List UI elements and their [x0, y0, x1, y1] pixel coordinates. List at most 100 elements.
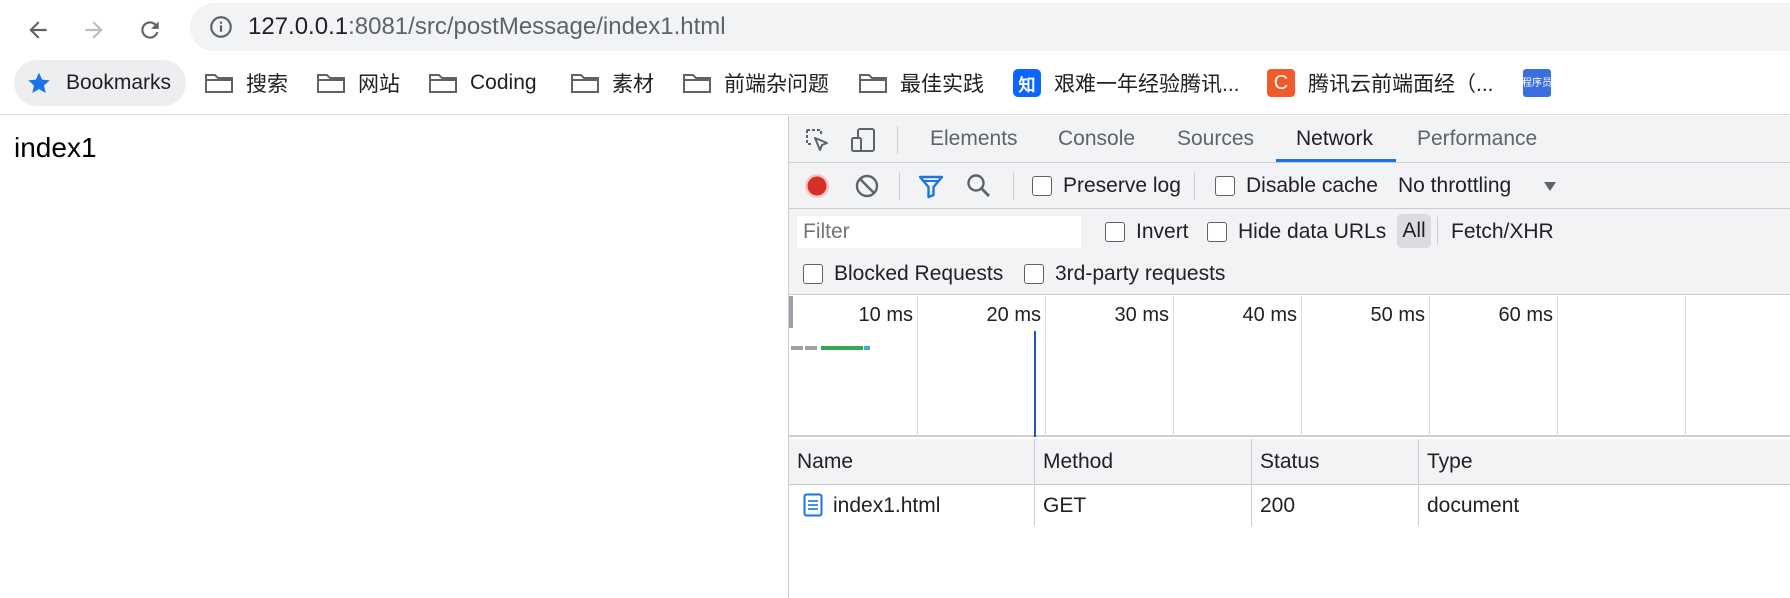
record-button[interactable] [801, 170, 833, 202]
gridline [1045, 296, 1046, 437]
bookmark-folder-frontend-issues[interactable]: 前端杂问题 [682, 60, 829, 106]
cell-name: index1.html [789, 486, 1035, 526]
inspect-cursor-icon [806, 129, 828, 151]
url-host: 127.0.0.1 [248, 13, 349, 40]
device-toggle-icon [851, 128, 875, 152]
active-tab-indicator [1276, 159, 1396, 162]
bookmark-label: 前端杂问题 [724, 73, 829, 96]
bookmarks-bar: Bookmarks 搜索 网站 Coding 素材 前端杂问题 最佳实践 知 艰… [0, 58, 1790, 115]
network-overview-timeline[interactable]: 10 ms 20 ms 30 ms 40 ms 50 ms 60 ms [789, 296, 1790, 437]
zhihu-favicon-icon: 知 [1012, 69, 1042, 97]
timeline-drag-handle[interactable] [789, 296, 793, 328]
forward-arrow-icon [85, 21, 103, 39]
divider [1437, 217, 1438, 245]
device-toolbar-button[interactable] [847, 124, 879, 156]
bookmark-label: Bookmarks [66, 71, 172, 94]
tab-network[interactable]: Network [1296, 116, 1373, 162]
devtools-panel: Elements Console Sources Network Perform… [788, 116, 1790, 598]
bookmark-label: 艰难一年经验腾讯... [1054, 73, 1240, 96]
third-party-requests-label: 3rd-party requests [1055, 262, 1226, 285]
column-header-status[interactable]: Status [1252, 439, 1419, 485]
folder-icon [570, 70, 600, 96]
star-icon [24, 70, 54, 96]
network-toolbar: Preserve log Disable cache No throttling [789, 163, 1790, 209]
bookmark-chengxuyuan[interactable]: 程序员 [1522, 60, 1564, 106]
tab-sources[interactable]: Sources [1177, 116, 1254, 162]
back-button[interactable] [18, 10, 58, 50]
preserve-log-checkbox[interactable] [1032, 176, 1052, 196]
tab-console[interactable]: Console [1058, 116, 1135, 162]
record-icon [805, 174, 829, 198]
bookmark-csdn[interactable]: C 腾讯云前端面经（... [1266, 60, 1494, 106]
gridline [1557, 296, 1558, 437]
csdn-favicon-icon: C [1266, 69, 1296, 97]
filter-bar: Invert Hide data URLs All Fetch/XHR Bloc… [789, 209, 1790, 295]
forward-button[interactable] [74, 10, 114, 50]
disable-cache-label: Disable cache [1246, 174, 1378, 197]
gridline [1429, 296, 1430, 437]
column-header-method[interactable]: Method [1035, 439, 1252, 485]
throttling-select[interactable]: No throttling [1398, 173, 1511, 199]
column-header-name[interactable]: Name [789, 439, 1035, 485]
timing-stalled-segment [791, 346, 803, 350]
folder-icon [428, 70, 458, 96]
column-header-type[interactable]: Type [1419, 439, 1790, 485]
folder-icon [682, 70, 712, 96]
clear-icon [855, 174, 879, 198]
table-row[interactable]: index1.html GET 200 document [789, 486, 1790, 526]
document-file-icon [803, 493, 823, 517]
devtools-tab-bar: Elements Console Sources Network Perform… [789, 116, 1790, 163]
bookmark-folder-search[interactable]: 搜索 [204, 60, 288, 106]
request-name: index1.html [833, 494, 941, 517]
chengxuyuan-favicon-icon: 程序员 [1522, 69, 1552, 97]
divider [1194, 172, 1195, 200]
bookmark-zhihu[interactable]: 知 艰难一年经验腾讯... [1012, 60, 1240, 106]
blocked-requests-label: Blocked Requests [834, 262, 1004, 285]
hide-data-urls-label: Hide data URLs [1238, 220, 1387, 243]
filter-toggle-button[interactable] [915, 170, 947, 202]
folder-icon [204, 70, 234, 96]
tab-performance[interactable]: Performance [1417, 116, 1537, 162]
filter-type-all[interactable]: All [1397, 214, 1431, 248]
disable-cache-checkbox[interactable] [1215, 176, 1235, 196]
inspect-element-button[interactable] [801, 124, 833, 156]
info-icon[interactable] [208, 14, 234, 40]
url-text: 127.0.0.1:8081/src/postMessage/index1.ht… [248, 13, 726, 41]
timeline-tick: 20 ms [986, 304, 1041, 326]
filter-type-fetch-xhr[interactable]: Fetch/XHR [1451, 219, 1554, 245]
bookmarks-button[interactable]: Bookmarks [14, 60, 186, 106]
timeline-tick: 30 ms [1114, 304, 1169, 326]
timeline-tick: 50 ms [1370, 304, 1425, 326]
address-bar[interactable]: 127.0.0.1:8081/src/postMessage/index1.ht… [190, 3, 1790, 51]
third-party-requests-checkbox[interactable] [1024, 264, 1044, 284]
timing-waiting-segment [821, 346, 863, 350]
timeline-tick: 10 ms [858, 304, 913, 326]
clear-button[interactable] [851, 170, 883, 202]
bookmark-folder-coding[interactable]: Coding [428, 60, 537, 106]
gridline [1173, 296, 1174, 437]
gridline [917, 296, 918, 437]
bookmark-folder-sites[interactable]: 网站 [316, 60, 400, 106]
timeline-tick: 40 ms [1242, 304, 1297, 326]
timing-queued-segment [805, 346, 817, 350]
bookmark-label: 网站 [358, 73, 400, 96]
cell-status: 200 [1252, 486, 1419, 526]
blocked-requests-checkbox[interactable] [803, 264, 823, 284]
invert-checkbox[interactable] [1105, 222, 1125, 242]
bookmark-folder-materials[interactable]: 素材 [570, 60, 654, 106]
reload-button[interactable] [130, 10, 170, 50]
bookmark-label: 腾讯云前端面经（... [1308, 73, 1494, 96]
cell-method: GET [1035, 486, 1252, 526]
url-path: :8081/src/postMessage/index1.html [348, 13, 726, 40]
preserve-log-label: Preserve log [1063, 174, 1181, 197]
folder-icon [316, 70, 346, 96]
dom-content-loaded-marker [1034, 331, 1036, 437]
tab-elements[interactable]: Elements [930, 116, 1018, 162]
bookmark-folder-best-practice[interactable]: 最佳实践 [858, 60, 984, 106]
hide-data-urls-checkbox[interactable] [1207, 222, 1227, 242]
search-button[interactable] [963, 170, 995, 202]
filter-input[interactable] [797, 216, 1081, 248]
search-icon [967, 174, 990, 197]
bookmark-label: Coding [470, 71, 537, 94]
browser-toolbar: 127.0.0.1:8081/src/postMessage/index1.ht… [0, 0, 1790, 58]
